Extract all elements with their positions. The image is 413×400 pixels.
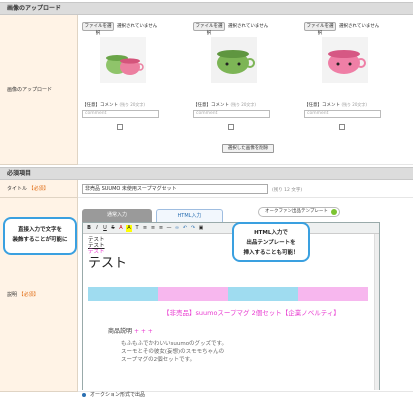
upload-row-label: 画像のアップロード bbox=[0, 15, 78, 165]
editor-scrollbar[interactable] bbox=[374, 234, 379, 390]
align-right-icon[interactable]: ≡ bbox=[158, 225, 164, 232]
title-input[interactable]: 非売品 SUUMO 未使用スープマグセット bbox=[82, 184, 268, 194]
image-icon[interactable]: ▣ bbox=[198, 225, 204, 232]
callout-left: 直接入力で文字を 装飾することが可能に bbox=[3, 217, 77, 255]
strike-icon[interactable]: S bbox=[110, 225, 116, 232]
title-char-count: (残り 12 文字) bbox=[272, 188, 303, 193]
insert-template-button[interactable]: オークファン出品テンプレート bbox=[258, 207, 340, 217]
underline-icon[interactable]: U bbox=[102, 225, 108, 232]
font-color-icon[interactable]: A bbox=[118, 225, 124, 232]
radio-auction[interactable] bbox=[82, 393, 86, 397]
tab-html-input[interactable]: HTML入力 bbox=[156, 209, 223, 222]
editor-content[interactable]: テスト テスト テスト テスト 【非売品】suumoスープマグ 2個セット【企業… bbox=[83, 234, 379, 390]
delete-checkbox[interactable] bbox=[228, 124, 234, 130]
comment-label: 【任意】コメント (残り 20文字) bbox=[304, 102, 367, 108]
comment-label: 【任意】コメント (残り 20文字) bbox=[193, 102, 256, 108]
file-select-button[interactable]: ファイルを選択 bbox=[193, 22, 225, 36]
description-text: もふもふでかわいいsuumoのグッズです。 スーモとその彼女(妄想)のスモモちゃ… bbox=[121, 341, 228, 363]
auction-option-label: オークション形式で出品 bbox=[90, 392, 146, 398]
editor-text-large: テスト bbox=[88, 256, 128, 271]
link-icon[interactable]: ∞ bbox=[174, 225, 180, 232]
mug-photo-3 bbox=[322, 37, 368, 83]
section-heading: 商品説明 + + + bbox=[108, 328, 153, 335]
comment-input[interactable]: comment bbox=[193, 110, 270, 118]
editor-toolbar: B I U S A A T ≡ ≡ ≡ — ∞ ↶ ↷ ▣ bbox=[83, 223, 379, 234]
file-select-button[interactable]: ファイルを選択 bbox=[82, 22, 114, 36]
undo-icon[interactable]: ↶ bbox=[182, 225, 188, 232]
comment-input[interactable]: comment bbox=[304, 110, 381, 118]
title-row-label: タイトル 【必須】 bbox=[0, 180, 78, 198]
font-size-icon[interactable]: T bbox=[134, 225, 140, 232]
required-section-header: 必須項目 bbox=[0, 167, 413, 180]
mug-photo-1 bbox=[100, 37, 146, 83]
comment-input[interactable]: comment bbox=[82, 110, 159, 118]
callout-right: HTML入力で 出品テンプレートを 挿入することも可能！ bbox=[232, 222, 310, 262]
delete-selected-images-button[interactable]: 選択した画像を削除 bbox=[222, 144, 274, 153]
delete-checkbox[interactable] bbox=[117, 124, 123, 130]
editor-text-line: テスト bbox=[88, 249, 105, 255]
file-status: 選択されていません bbox=[339, 24, 380, 29]
align-left-icon[interactable]: ≡ bbox=[142, 225, 148, 232]
mug-photo-2 bbox=[211, 37, 257, 83]
file-status: 選択されていません bbox=[228, 24, 269, 29]
redo-icon[interactable]: ↷ bbox=[190, 225, 196, 232]
tab-plain-input[interactable]: 通常入力 bbox=[82, 209, 152, 222]
product-title-text: 【非売品】suumoスープマグ 2個セット【企業ノベルティ】 bbox=[163, 309, 340, 317]
green-dot-icon bbox=[331, 209, 337, 215]
decor-stripe bbox=[158, 287, 228, 301]
hr-icon[interactable]: — bbox=[166, 225, 172, 232]
file-select-button[interactable]: ファイルを選択 bbox=[304, 22, 336, 36]
italic-icon[interactable]: I bbox=[94, 225, 100, 232]
delete-checkbox[interactable] bbox=[339, 124, 345, 130]
align-center-icon[interactable]: ≡ bbox=[150, 225, 156, 232]
bg-color-icon[interactable]: A bbox=[126, 225, 132, 232]
decor-stripe bbox=[298, 287, 368, 301]
upload-section-header: 画像のアップロード bbox=[0, 2, 413, 15]
file-status: 選択されていません bbox=[117, 24, 158, 29]
decor-stripe bbox=[228, 287, 298, 301]
bold-icon[interactable]: B bbox=[86, 225, 92, 232]
rich-text-editor[interactable]: B I U S A A T ≡ ≡ ≡ — ∞ ↶ ↷ ▣ テスト テスト テス… bbox=[82, 222, 380, 390]
decor-stripe bbox=[88, 287, 158, 301]
comment-label: 【任意】コメント (残り 20文字) bbox=[82, 102, 145, 108]
